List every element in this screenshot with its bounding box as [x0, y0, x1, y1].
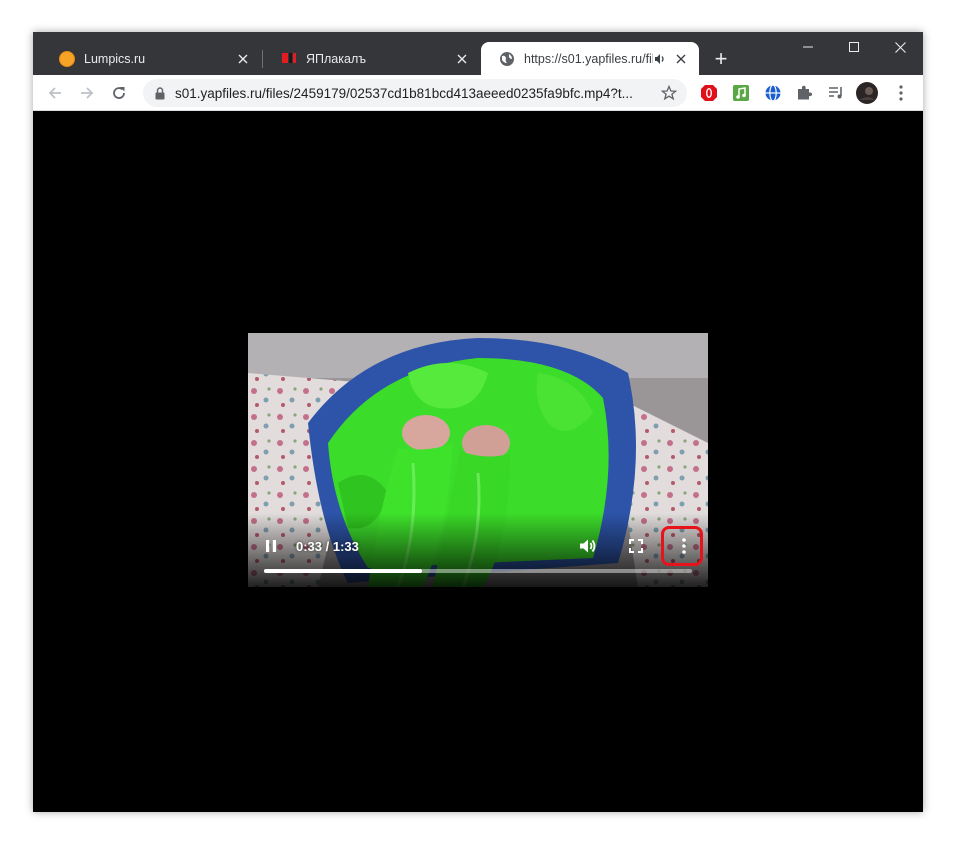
- tab-lumpics[interactable]: Lumpics.ru: [41, 42, 261, 75]
- page-content: 0:33 / 1:33: [33, 111, 923, 812]
- video-timecode: 0:33 / 1:33: [296, 539, 359, 554]
- back-button[interactable]: [43, 81, 67, 105]
- close-icon[interactable]: [235, 51, 251, 67]
- pause-button[interactable]: [260, 535, 282, 557]
- browser-window: Lumpics.ru ЯПлакалъ https://s01.yapfiles…: [33, 32, 923, 812]
- address-bar[interactable]: s01.yapfiles.ru/files/2459179/02537cd1b8…: [143, 79, 687, 107]
- close-icon[interactable]: [454, 51, 470, 67]
- video-progress-bar[interactable]: [264, 569, 692, 573]
- video-controls: 0:33 / 1:33: [248, 513, 708, 587]
- video-progress-fill: [264, 569, 423, 573]
- maximize-button[interactable]: [831, 32, 877, 62]
- new-tab-button[interactable]: +: [709, 47, 733, 71]
- forward-button[interactable]: [75, 81, 99, 105]
- yaplakal-icon: [282, 52, 296, 63]
- star-icon[interactable]: [661, 85, 677, 101]
- tab-yaplakal[interactable]: ЯПлакалъ: [263, 42, 480, 75]
- tab-strip: Lumpics.ru ЯПлакалъ https://s01.yapfiles…: [33, 32, 923, 75]
- reload-button[interactable]: [107, 81, 131, 105]
- video-player[interactable]: 0:33 / 1:33: [248, 333, 708, 587]
- puzzle-icon[interactable]: [793, 82, 815, 104]
- tab-video[interactable]: https://s01.yapfiles.ru/file: [481, 42, 699, 75]
- close-icon[interactable]: [673, 51, 689, 67]
- speaker-icon[interactable]: [653, 52, 667, 66]
- orange-icon: [59, 50, 75, 67]
- minimize-button[interactable]: [785, 32, 831, 62]
- volume-button[interactable]: [576, 534, 600, 558]
- url-text: s01.yapfiles.ru/files/2459179/02537cd1b8…: [175, 85, 633, 101]
- globe-vpn-icon[interactable]: [762, 82, 784, 104]
- close-window-button[interactable]: [877, 32, 923, 62]
- browser-toolbar: s01.yapfiles.ru/files/2459179/02537cd1b8…: [33, 75, 923, 111]
- more-options-highlight: [661, 526, 703, 566]
- profile-avatar[interactable]: [856, 82, 878, 104]
- music-note-icon[interactable]: [730, 82, 752, 104]
- chrome-menu-button[interactable]: [890, 82, 912, 104]
- opera-red-icon[interactable]: [698, 82, 720, 104]
- media-queue-icon[interactable]: [825, 82, 847, 104]
- globe-icon: [500, 51, 514, 66]
- fullscreen-button[interactable]: [624, 534, 648, 558]
- lock-icon: [155, 86, 165, 99]
- tab-title: Lumpics.ru: [84, 51, 146, 66]
- tab-title: https://s01.yapfiles.ru/file: [524, 51, 653, 66]
- tab-title: ЯПлакалъ: [306, 51, 367, 66]
